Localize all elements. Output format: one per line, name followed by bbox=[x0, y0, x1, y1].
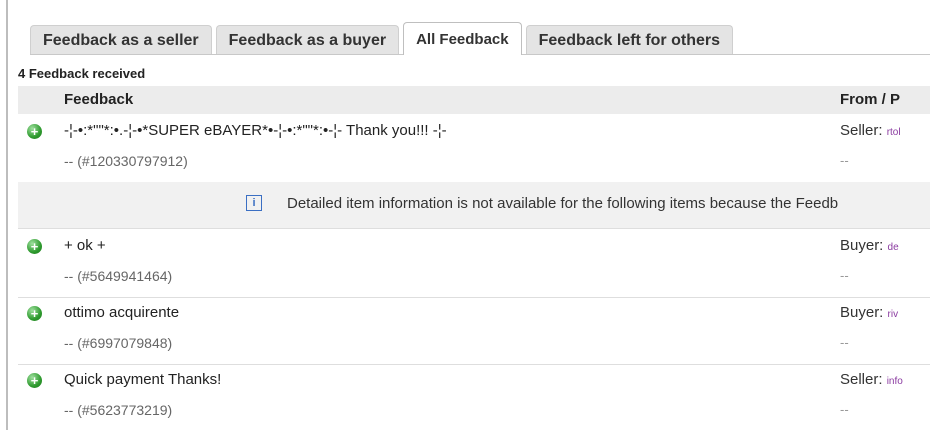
tab-all-feedback[interactable]: All Feedback bbox=[403, 22, 522, 55]
feedback-comment: + ok + bbox=[64, 237, 106, 254]
table-row: + -¦-•:*""*:•.-¦-•*SUPER eBAYER*•-¦-•:*"… bbox=[18, 116, 930, 183]
table-header: Feedback From / P bbox=[18, 86, 930, 114]
price-dash: -- bbox=[840, 402, 849, 417]
left-border bbox=[6, 0, 8, 430]
item-number: -- (#5623773219) bbox=[64, 402, 173, 418]
from-role: Buyer: riv bbox=[840, 304, 898, 321]
feedback-tabs: Feedback as a seller Feedback as a buyer… bbox=[30, 22, 737, 55]
from-role: Buyer: de bbox=[840, 237, 899, 254]
item-number: -- (#120330797912) bbox=[64, 153, 188, 169]
role-label: Buyer: bbox=[840, 304, 884, 321]
feedback-comment: -¦-•:*""*:•.-¦-•*SUPER eBAYER*•-¦-•:*""*… bbox=[64, 122, 447, 139]
role-label: Seller: bbox=[840, 122, 883, 139]
positive-feedback-icon: + bbox=[27, 306, 42, 321]
tab-feedback-left-for-others[interactable]: Feedback left for others bbox=[525, 25, 733, 55]
info-text: Detailed item information is not availab… bbox=[287, 195, 839, 212]
table-row: + ottimo acquirente -- (#6997079848) Buy… bbox=[18, 298, 930, 365]
user-link[interactable]: riv bbox=[888, 309, 899, 320]
user-link[interactable]: de bbox=[888, 242, 899, 253]
header-feedback: Feedback bbox=[64, 91, 134, 108]
price-dash: -- bbox=[840, 268, 849, 283]
positive-feedback-icon: + bbox=[27, 239, 42, 254]
price-dash: -- bbox=[840, 153, 849, 168]
user-link[interactable]: rtol bbox=[887, 127, 901, 138]
positive-feedback-icon: + bbox=[27, 373, 42, 388]
user-link[interactable]: info bbox=[887, 376, 903, 387]
tab-feedback-as-seller[interactable]: Feedback as a seller bbox=[30, 25, 212, 55]
positive-feedback-icon: + bbox=[27, 124, 42, 139]
info-banner: i Detailed item information is not avail… bbox=[18, 182, 930, 229]
feedback-comment: ottimo acquirente bbox=[64, 304, 180, 321]
role-label: Buyer: bbox=[840, 237, 884, 254]
table-row: + Quick payment Thanks! -- (#5623773219)… bbox=[18, 365, 930, 431]
feedback-count: 4 Feedback received bbox=[18, 66, 146, 81]
item-number: -- (#6997079848) bbox=[64, 335, 173, 351]
role-label: Seller: bbox=[840, 371, 883, 388]
feedback-comment: Quick payment Thanks! bbox=[64, 371, 222, 388]
header-from: From / P bbox=[840, 91, 901, 108]
item-number: -- (#5649941464) bbox=[64, 268, 173, 284]
from-role: Seller: info bbox=[840, 371, 903, 388]
price-dash: -- bbox=[840, 335, 849, 350]
info-icon: i bbox=[246, 195, 262, 211]
from-role: Seller: rtol bbox=[840, 122, 901, 139]
tab-feedback-as-buyer[interactable]: Feedback as a buyer bbox=[215, 25, 400, 55]
table-row: + + ok + -- (#5649941464) Buyer: de -- bbox=[18, 231, 930, 298]
